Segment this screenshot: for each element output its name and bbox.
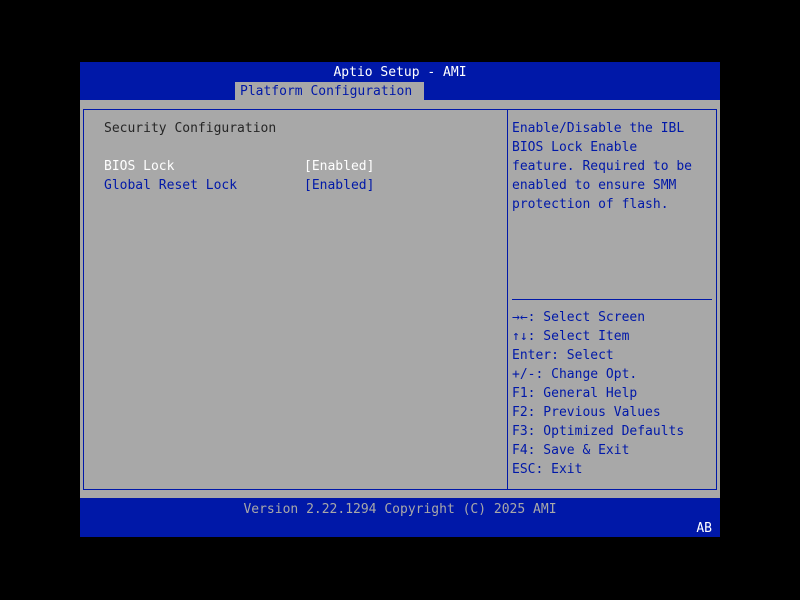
option-value-global-reset-lock[interactable]: [Enabled] [304,176,374,195]
key-hint-save-exit: F4: Save & Exit [512,443,630,458]
option-value-bios-lock[interactable]: [Enabled] [304,157,374,176]
key-hint-previous-values: F2: Previous Values [512,405,661,420]
key-hint-select-item: ↑↓: Select Item [512,329,630,344]
help-description: Enable/Disable the IBL BIOS Lock Enable … [512,121,693,212]
option-label-bios-lock: BIOS Lock [104,159,175,174]
post-code: AB [696,521,712,536]
key-legend: →←: Select Screen ↑↓: Select Item Enter:… [512,308,712,479]
footer-bar: Version 2.22.1294 Copyright (C) 2025 AMI… [80,498,720,537]
version-text: Version 2.22.1294 Copyright (C) 2025 AMI [243,502,557,517]
setup-body: Security Configuration BIOS Lock [Enable… [80,100,720,498]
option-row-bios-lock[interactable]: BIOS Lock [Enabled] [104,157,404,176]
help-panel: Enable/Disable the IBL BIOS Lock Enable … [507,109,717,490]
option-row-global-reset-lock[interactable]: Global Reset Lock [Enabled] [104,176,404,195]
key-hint-exit: ESC: Exit [512,462,583,477]
option-label-global-reset-lock: Global Reset Lock [104,178,238,193]
key-hint-enter-select: Enter: Select [512,348,614,363]
window-title: Aptio Setup - AMI [333,65,467,80]
key-hint-change-opt: +/-: Change Opt. [512,367,638,382]
key-hint-select-screen: →←: Select Screen [512,310,646,325]
options-panel: Security Configuration BIOS Lock [Enable… [83,109,508,490]
tab-platform-configuration[interactable]: Platform Configuration [235,82,424,101]
key-hint-optimized-defaults: F3: Optimized Defaults [512,424,685,439]
section-title: Security Configuration [104,121,277,136]
key-hint-general-help: F1: General Help [512,386,638,401]
help-divider [512,299,712,300]
bios-setup-screen: Aptio Setup - AMI Platform Configuration… [80,62,720,537]
